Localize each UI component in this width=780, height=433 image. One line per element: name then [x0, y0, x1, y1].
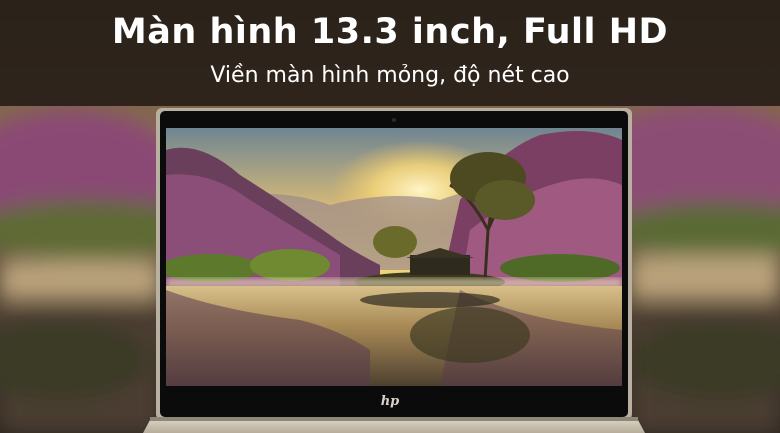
hp-logo: hp: [380, 394, 400, 409]
feature-banner: Màn hình 13.3 inch, Full HD Viền màn hìn…: [0, 0, 780, 106]
webcam-icon: [392, 118, 396, 122]
product-feature-image: hp Màn hình 13.3 inch, Full HD Viền màn …: [0, 0, 780, 433]
landscape-wallpaper: [166, 128, 622, 386]
banner-title: Màn hình 13.3 inch, Full HD: [111, 12, 669, 52]
banner-subtitle: Viền màn hình mỏng, độ nét cao: [210, 63, 570, 88]
